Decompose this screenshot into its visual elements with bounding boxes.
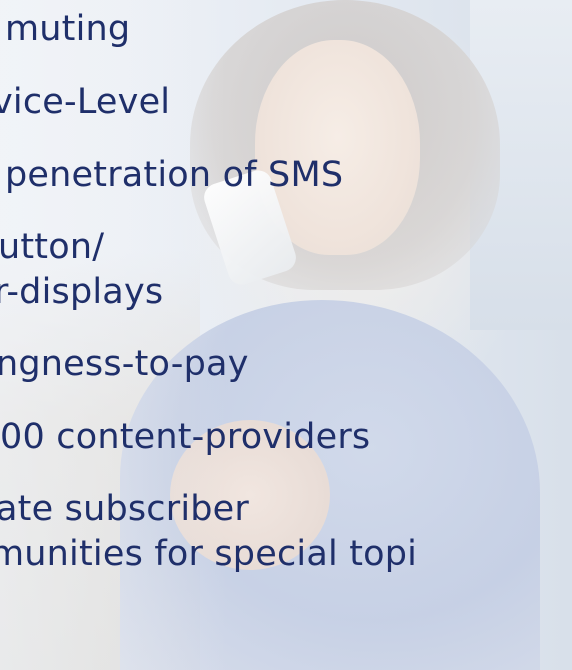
text-line: vice-Level: [0, 82, 171, 122]
text-line: ngness-to-pay: [0, 344, 249, 384]
text-line: munities for special topi: [0, 534, 418, 574]
text-line: ate subscriber: [0, 489, 249, 529]
text-line: penetration of SMS: [5, 155, 344, 195]
text-line: 00 content-providers: [0, 417, 371, 457]
text-line: muting: [5, 9, 131, 49]
text-line: utton/: [0, 227, 105, 267]
slide-text: muting vice-Level penetration of SMS utt…: [0, 0, 572, 670]
text-line: r-displays: [0, 272, 164, 312]
